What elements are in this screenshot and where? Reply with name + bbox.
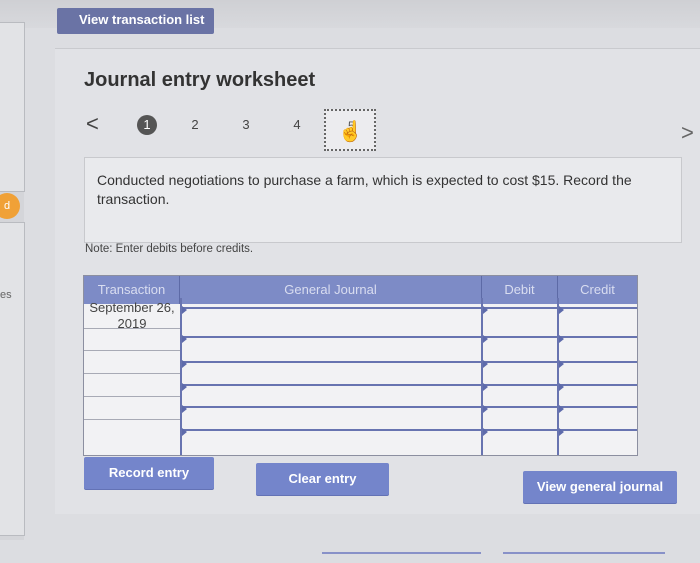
left-tab-upper[interactable] xyxy=(0,22,25,192)
page-title: Journal entry worksheet xyxy=(84,69,316,91)
next-step-chevron-icon[interactable]: > xyxy=(681,120,694,146)
left-tab-lower[interactable] xyxy=(0,222,25,536)
cell-marker-icon xyxy=(182,428,187,436)
step-5[interactable]: 5 ☝ xyxy=(324,109,376,151)
left-partial-label: es xyxy=(0,289,12,301)
transaction-description: Conducted negotiations to purchase a far… xyxy=(84,157,682,243)
cell-marker-icon xyxy=(483,428,488,436)
tab-underline xyxy=(503,552,665,554)
account-input[interactable] xyxy=(188,310,478,334)
debit-input[interactable] xyxy=(488,409,554,427)
row-divider xyxy=(180,361,637,363)
row-divider xyxy=(84,396,180,397)
debit-input[interactable] xyxy=(488,364,554,382)
cell-marker-icon xyxy=(182,360,187,368)
row-divider xyxy=(84,350,180,351)
credit-input[interactable] xyxy=(564,387,634,404)
header-general-journal: General Journal xyxy=(180,276,482,304)
header-credit: Credit xyxy=(558,276,637,304)
row-divider xyxy=(180,429,637,431)
step-1[interactable]: 1 xyxy=(137,115,157,135)
tab-underline xyxy=(322,552,481,554)
row-divider xyxy=(180,336,637,338)
cell-marker-icon xyxy=(559,428,564,436)
row-divider xyxy=(84,419,180,420)
row-divider xyxy=(180,384,637,386)
previous-step-chevron-icon[interactable]: < xyxy=(86,111,99,137)
credit-input[interactable] xyxy=(564,364,634,382)
transaction-date-cell: September 26, 2019 xyxy=(89,300,175,331)
credit-input[interactable] xyxy=(564,409,634,427)
hand-pointer-icon: ☝ xyxy=(338,121,363,143)
account-input[interactable] xyxy=(188,339,478,359)
cell-marker-icon xyxy=(182,306,187,314)
row-divider xyxy=(84,373,180,374)
cell-marker-icon xyxy=(182,405,187,413)
credit-input[interactable] xyxy=(564,310,634,334)
account-input[interactable] xyxy=(188,409,478,427)
cell-marker-icon xyxy=(182,335,187,343)
journal-table: Transaction General Journal Debit Credit… xyxy=(83,275,638,456)
view-general-journal-button[interactable]: View general journal xyxy=(523,471,677,503)
debit-input[interactable] xyxy=(488,387,554,404)
debit-input[interactable] xyxy=(488,339,554,359)
account-input[interactable] xyxy=(188,364,478,382)
row-divider xyxy=(180,307,637,309)
header-debit: Debit xyxy=(482,276,558,304)
row-divider xyxy=(84,328,180,329)
view-transaction-list-button[interactable]: View transaction list xyxy=(57,8,214,34)
step-4[interactable]: 4 xyxy=(287,115,307,135)
note-text: Note: Enter debits before credits. xyxy=(85,243,254,255)
debit-input[interactable] xyxy=(488,310,554,334)
record-entry-button[interactable]: Record entry xyxy=(84,457,214,489)
credit-input[interactable] xyxy=(564,339,634,359)
cell-marker-icon xyxy=(182,383,187,391)
clear-entry-button[interactable]: Clear entry xyxy=(256,463,389,495)
step-3[interactable]: 3 xyxy=(236,115,256,135)
account-input[interactable] xyxy=(188,387,478,404)
step-2[interactable]: 2 xyxy=(185,115,205,135)
row-divider xyxy=(180,406,637,408)
